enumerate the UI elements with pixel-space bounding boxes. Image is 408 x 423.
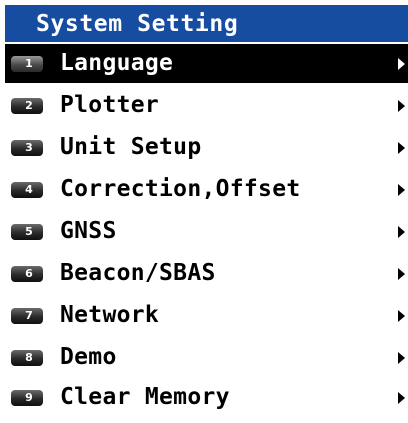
menu-item-network[interactable]: 7 Network	[5, 296, 408, 335]
menu-item-gnss[interactable]: 5 GNSS	[5, 212, 408, 251]
menu-item-demo[interactable]: 8 Demo	[5, 338, 408, 377]
chevron-right-icon	[398, 142, 405, 154]
menu-item-label: Beacon/SBAS	[60, 260, 216, 286]
menu-item-label: Unit Setup	[60, 134, 202, 160]
title-bar: System Setting	[5, 5, 408, 42]
number-key-icon: 7	[11, 308, 43, 324]
number-key-icon: 5	[11, 224, 43, 240]
number-key-icon: 2	[11, 98, 43, 114]
chevron-right-icon	[398, 352, 405, 364]
menu-item-unit-setup[interactable]: 3 Unit Setup	[5, 128, 408, 167]
chevron-right-icon	[398, 58, 405, 70]
menu-item-label: GNSS	[60, 218, 117, 244]
menu-item-language[interactable]: 1 Language	[5, 44, 408, 83]
menu-item-plotter[interactable]: 2 Plotter	[5, 86, 408, 125]
number-key-icon: 9	[11, 390, 43, 406]
number-key-icon: 6	[11, 266, 43, 282]
menu-item-correction-offset[interactable]: 4 Correction,Offset	[5, 170, 408, 209]
menu-item-label: Correction,Offset	[60, 176, 301, 202]
chevron-right-icon	[398, 100, 405, 112]
number-key-icon: 8	[11, 350, 43, 366]
number-key-icon: 3	[11, 140, 43, 156]
menu-item-label: Demo	[60, 344, 117, 370]
chevron-right-icon	[398, 310, 405, 322]
menu-item-label: Clear Memory	[60, 384, 230, 410]
menu-title: System Setting	[36, 11, 239, 37]
system-setting-menu: System Setting 1 Language 2 Plotter 3 Un…	[5, 0, 408, 417]
chevron-right-icon	[398, 392, 405, 404]
number-key-icon: 1	[11, 56, 43, 72]
menu-item-beacon-sbas[interactable]: 6 Beacon/SBAS	[5, 254, 408, 293]
menu-item-label: Language	[60, 50, 174, 76]
menu-item-label: Network	[60, 302, 160, 328]
number-key-icon: 4	[11, 182, 43, 198]
menu-item-clear-memory[interactable]: 9 Clear Memory	[5, 378, 408, 417]
chevron-right-icon	[398, 226, 405, 238]
chevron-right-icon	[398, 268, 405, 280]
chevron-right-icon	[398, 184, 405, 196]
menu-item-label: Plotter	[60, 92, 160, 118]
